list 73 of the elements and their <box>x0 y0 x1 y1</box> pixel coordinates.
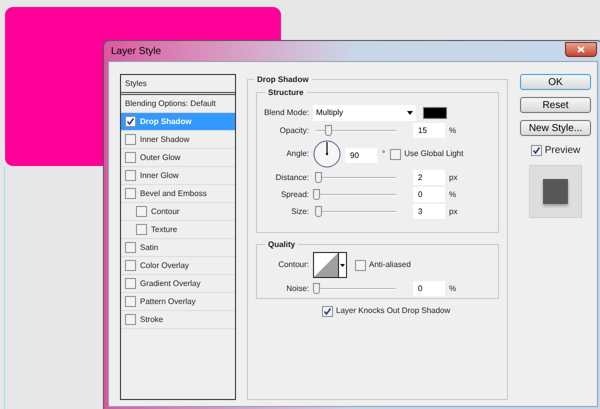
checkbox[interactable] <box>355 260 366 270</box>
unit-label: px <box>448 206 458 218</box>
angle-dial[interactable] <box>313 140 341 168</box>
unit-label: ° <box>381 148 386 160</box>
style-list-item[interactable]: Outer Glow <box>121 149 235 167</box>
dialog-button[interactable]: New Style... <box>520 120 591 136</box>
field-label: Blend Mode: <box>263 106 310 118</box>
style-list-item[interactable]: Gradient Overlay <box>121 275 235 293</box>
unit-label: % <box>448 124 456 136</box>
checkbox-label: Preview <box>544 144 580 158</box>
style-list-item[interactable]: Color Overlay <box>121 257 235 275</box>
field-label: Angle: <box>285 148 310 160</box>
style-list-item[interactable]: Inner Glow <box>121 167 235 185</box>
style-list-item[interactable]: Satin <box>121 239 235 257</box>
slider-thumb[interactable] <box>313 283 320 294</box>
checkbox-label: Layer Knocks Out Drop Shadow <box>336 305 450 317</box>
checkbox[interactable] <box>125 116 136 127</box>
slider-thumb[interactable] <box>314 172 322 183</box>
number-field[interactable]: 3 <box>413 204 445 219</box>
checkbox[interactable] <box>530 145 542 156</box>
blend-mode-dropdown[interactable]: Multiply <box>313 104 416 120</box>
field-label: Contour: <box>277 259 310 271</box>
contour-curve-icon <box>314 253 338 277</box>
style-list-item[interactable]: Stroke <box>121 311 235 329</box>
field-label: Distance: <box>274 172 310 184</box>
checkbox-label: Anti-aliased <box>369 259 411 271</box>
checkbox[interactable] <box>136 224 147 235</box>
field-label: Noise: <box>285 282 310 294</box>
checkbox[interactable] <box>125 134 136 145</box>
style-list-item[interactable]: Inner Shadow <box>121 131 235 149</box>
dialog-button[interactable]: Reset <box>520 97 591 113</box>
field-label: Opacity: <box>278 124 310 136</box>
checkbox[interactable] <box>125 260 136 271</box>
style-list-item[interactable]: Texture <box>121 221 235 239</box>
field-label: Spread: <box>280 188 310 200</box>
checkbox[interactable] <box>125 242 136 253</box>
checkbox[interactable] <box>390 148 402 160</box>
number-field[interactable]: 90 <box>345 148 377 163</box>
unit-label: px <box>448 172 458 184</box>
style-list-item[interactable]: Pattern Overlay <box>121 293 235 311</box>
number-field[interactable]: 0 <box>413 187 445 202</box>
field-label: Size: <box>290 206 310 218</box>
number-field[interactable]: 0 <box>413 281 445 296</box>
checkbox[interactable] <box>322 306 333 316</box>
checkbox[interactable] <box>125 170 136 181</box>
number-field[interactable]: 15 <box>413 123 445 138</box>
shadow-color-swatch[interactable] <box>423 106 447 118</box>
unit-label: % <box>448 188 456 200</box>
slider-thumb[interactable] <box>325 125 332 136</box>
slider-thumb[interactable] <box>315 206 322 217</box>
style-list-item[interactable]: Contour <box>121 203 235 221</box>
checkbox[interactable] <box>136 206 147 217</box>
checkbox[interactable] <box>125 278 136 289</box>
unit-label: % <box>448 282 456 294</box>
dialog-button[interactable]: OK <box>520 74 591 90</box>
close-button[interactable] <box>565 42 597 56</box>
checkbox-label: Use Global Light <box>404 148 464 160</box>
number-field[interactable]: 2 <box>413 170 445 185</box>
checkbox[interactable] <box>125 296 136 307</box>
preview-swatch <box>543 179 568 204</box>
window-title: Layer Style <box>111 44 162 58</box>
dropdown-arrow-icon <box>340 264 345 266</box>
checkbox[interactable] <box>125 188 136 199</box>
section-title: Drop Shadow <box>254 74 312 86</box>
styles-header: Styles <box>121 75 235 95</box>
close-icon <box>577 46 585 52</box>
checkbox[interactable] <box>125 314 136 325</box>
checkbox[interactable] <box>125 152 136 163</box>
group-title: Quality <box>265 239 298 251</box>
dropdown-arrow-icon <box>407 110 413 114</box>
style-list-item[interactable]: Bevel and Emboss <box>121 185 235 203</box>
slider-thumb[interactable] <box>313 189 320 200</box>
contour-picker[interactable] <box>313 252 347 278</box>
